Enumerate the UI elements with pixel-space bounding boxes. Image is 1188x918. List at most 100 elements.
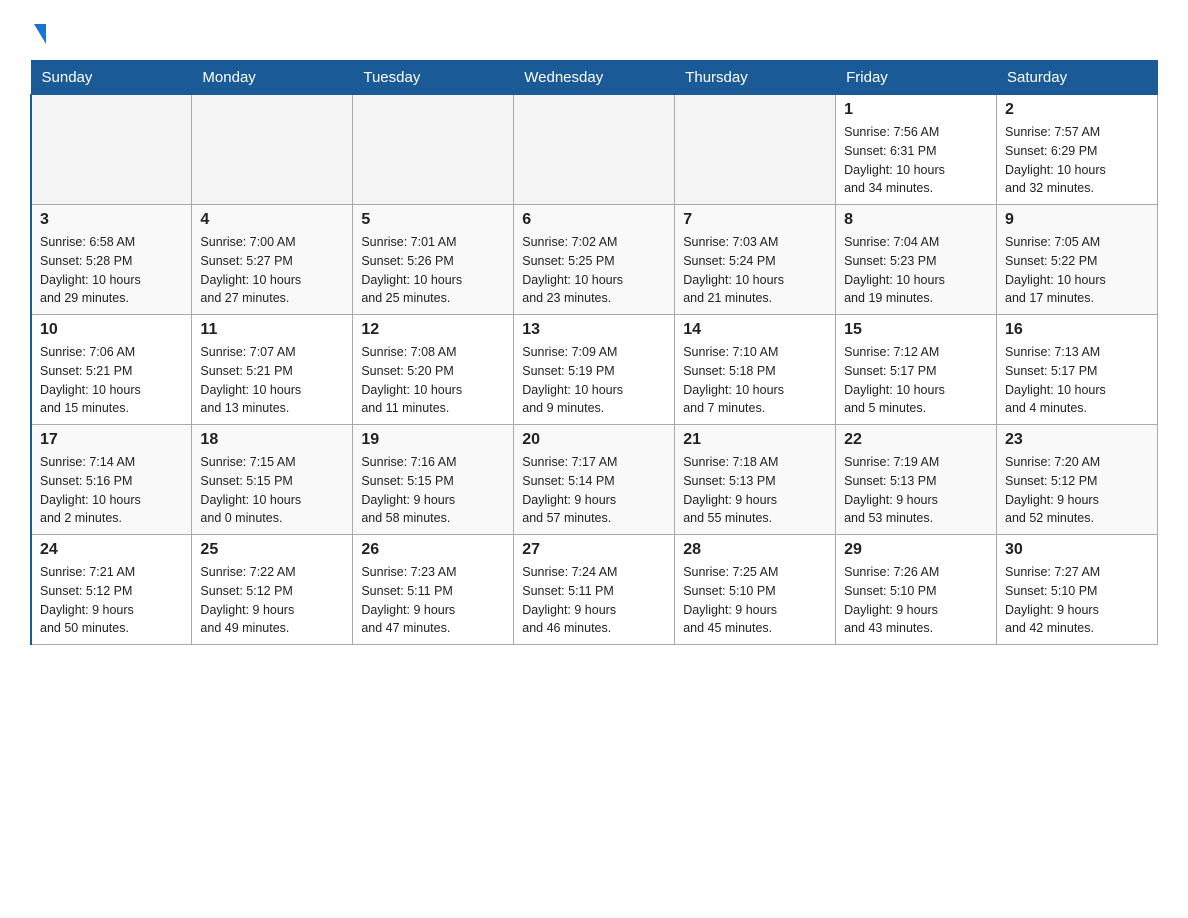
header-monday: Monday	[192, 61, 353, 95]
calendar-cell: 5Sunrise: 7:01 AM Sunset: 5:26 PM Daylig…	[353, 205, 514, 315]
calendar-cell	[192, 95, 353, 205]
calendar-cell	[675, 95, 836, 205]
day-sun-info: Sunrise: 7:20 AM Sunset: 5:12 PM Dayligh…	[1005, 453, 1149, 528]
page-header	[30, 20, 1158, 44]
day-number: 11	[200, 321, 344, 339]
header-friday: Friday	[836, 61, 997, 95]
day-sun-info: Sunrise: 7:03 AM Sunset: 5:24 PM Dayligh…	[683, 233, 827, 308]
day-sun-info: Sunrise: 7:21 AM Sunset: 5:12 PM Dayligh…	[40, 563, 183, 638]
day-number: 16	[1005, 321, 1149, 339]
day-number: 18	[200, 431, 344, 449]
day-sun-info: Sunrise: 7:12 AM Sunset: 5:17 PM Dayligh…	[844, 343, 988, 418]
header-sunday: Sunday	[31, 61, 192, 95]
logo	[30, 20, 46, 44]
day-sun-info: Sunrise: 7:05 AM Sunset: 5:22 PM Dayligh…	[1005, 233, 1149, 308]
calendar-week-row: 1 Sunrise: 7:56 AM Sunset: 6:31 PM Daylig…	[31, 95, 1158, 205]
day-number: 27	[522, 541, 666, 559]
day-sun-info: Sunrise: 7:09 AM Sunset: 5:19 PM Dayligh…	[522, 343, 666, 418]
calendar-cell: 6Sunrise: 7:02 AM Sunset: 5:25 PM Daylig…	[514, 205, 675, 315]
day-sun-info: Sunrise: 7:16 AM Sunset: 5:15 PM Dayligh…	[361, 453, 505, 528]
day-number: 3	[40, 211, 183, 229]
calendar-cell: 4 Sunrise: 7:00 AM Sunset: 5:27 PM Daylig…	[192, 205, 353, 315]
calendar-cell: 14Sunrise: 7:10 AM Sunset: 5:18 PM Dayli…	[675, 315, 836, 425]
day-number: 22	[844, 431, 988, 449]
day-number: 4	[200, 211, 344, 229]
day-number: 20	[522, 431, 666, 449]
day-sun-info: Sunrise: 7:24 AM Sunset: 5:11 PM Dayligh…	[522, 563, 666, 638]
day-number: 28	[683, 541, 827, 559]
day-sun-info: Sunrise: 7:26 AM Sunset: 5:10 PM Dayligh…	[844, 563, 988, 638]
day-number: 2	[1005, 101, 1149, 119]
day-number: 9	[1005, 211, 1149, 229]
day-number: 25	[200, 541, 344, 559]
day-sun-info: Sunrise: 7:23 AM Sunset: 5:11 PM Dayligh…	[361, 563, 505, 638]
day-sun-info: Sunrise: 7:07 AM Sunset: 5:21 PM Dayligh…	[200, 343, 344, 418]
calendar-cell: 22 Sunrise: 7:19 AM Sunset: 5:13 PM Dayli…	[836, 425, 997, 535]
day-number: 7	[683, 211, 827, 229]
day-sun-info: Sunrise: 7:25 AM Sunset: 5:10 PM Dayligh…	[683, 563, 827, 638]
day-sun-info: Sunrise: 7:18 AM Sunset: 5:13 PM Dayligh…	[683, 453, 827, 528]
day-number: 26	[361, 541, 505, 559]
weekday-header-row: Sunday Monday Tuesday Wednesday Thursday…	[31, 61, 1158, 95]
calendar-cell: 24 Sunrise: 7:21 AM Sunset: 5:12 PM Dayli…	[31, 535, 192, 645]
calendar-cell: 18Sunrise: 7:15 AM Sunset: 5:15 PM Dayli…	[192, 425, 353, 535]
day-sun-info: Sunrise: 7:19 AM Sunset: 5:13 PM Dayligh…	[844, 453, 988, 528]
calendar-cell: 7 Sunrise: 7:03 AM Sunset: 5:24 PM Daylig…	[675, 205, 836, 315]
day-sun-info: Sunrise: 7:04 AM Sunset: 5:23 PM Dayligh…	[844, 233, 988, 308]
day-number: 15	[844, 321, 988, 339]
day-sun-info: Sunrise: 7:57 AM Sunset: 6:29 PM Dayligh…	[1005, 123, 1149, 198]
calendar-cell: 30 Sunrise: 7:27 AM Sunset: 5:10 PM Dayli…	[997, 535, 1158, 645]
day-number: 21	[683, 431, 827, 449]
day-sun-info: Sunrise: 6:58 AM Sunset: 5:28 PM Dayligh…	[40, 233, 183, 308]
calendar-cell: 27 Sunrise: 7:24 AM Sunset: 5:11 PM Dayli…	[514, 535, 675, 645]
day-sun-info: Sunrise: 7:27 AM Sunset: 5:10 PM Dayligh…	[1005, 563, 1149, 638]
calendar-cell: 25 Sunrise: 7:22 AM Sunset: 5:12 PM Dayli…	[192, 535, 353, 645]
calendar-cell: 29 Sunrise: 7:26 AM Sunset: 5:10 PM Dayli…	[836, 535, 997, 645]
calendar-cell: 12 Sunrise: 7:08 AM Sunset: 5:20 PM Dayli…	[353, 315, 514, 425]
calendar-cell: 1 Sunrise: 7:56 AM Sunset: 6:31 PM Daylig…	[836, 95, 997, 205]
day-number: 23	[1005, 431, 1149, 449]
calendar-cell	[353, 95, 514, 205]
day-number: 13	[522, 321, 666, 339]
calendar-week-row: 3 Sunrise: 6:58 AM Sunset: 5:28 PM Daylig…	[31, 205, 1158, 315]
calendar-week-row: 17Sunrise: 7:14 AM Sunset: 5:16 PM Dayli…	[31, 425, 1158, 535]
day-number: 24	[40, 541, 183, 559]
day-sun-info: Sunrise: 7:02 AM Sunset: 5:25 PM Dayligh…	[522, 233, 666, 308]
day-number: 12	[361, 321, 505, 339]
day-sun-info: Sunrise: 7:22 AM Sunset: 5:12 PM Dayligh…	[200, 563, 344, 638]
day-sun-info: Sunrise: 7:13 AM Sunset: 5:17 PM Dayligh…	[1005, 343, 1149, 418]
day-number: 29	[844, 541, 988, 559]
calendar-cell: 2 Sunrise: 7:57 AM Sunset: 6:29 PM Daylig…	[997, 95, 1158, 205]
calendar-cell: 17Sunrise: 7:14 AM Sunset: 5:16 PM Dayli…	[31, 425, 192, 535]
calendar-cell: 11 Sunrise: 7:07 AM Sunset: 5:21 PM Dayli…	[192, 315, 353, 425]
header-wednesday: Wednesday	[514, 61, 675, 95]
calendar-cell: 10Sunrise: 7:06 AM Sunset: 5:21 PM Dayli…	[31, 315, 192, 425]
logo-arrow-icon	[34, 24, 46, 44]
calendar-cell: 26 Sunrise: 7:23 AM Sunset: 5:11 PM Dayli…	[353, 535, 514, 645]
header-tuesday: Tuesday	[353, 61, 514, 95]
calendar-week-row: 24 Sunrise: 7:21 AM Sunset: 5:12 PM Dayli…	[31, 535, 1158, 645]
day-sun-info: Sunrise: 7:06 AM Sunset: 5:21 PM Dayligh…	[40, 343, 183, 418]
calendar-cell: 16 Sunrise: 7:13 AM Sunset: 5:17 PM Dayli…	[997, 315, 1158, 425]
header-saturday: Saturday	[997, 61, 1158, 95]
day-number: 19	[361, 431, 505, 449]
calendar-table: Sunday Monday Tuesday Wednesday Thursday…	[30, 60, 1158, 645]
calendar-cell: 8Sunrise: 7:04 AM Sunset: 5:23 PM Daylig…	[836, 205, 997, 315]
calendar-cell: 20Sunrise: 7:17 AM Sunset: 5:14 PM Dayli…	[514, 425, 675, 535]
calendar-cell: 19 Sunrise: 7:16 AM Sunset: 5:15 PM Dayli…	[353, 425, 514, 535]
calendar-cell: 9 Sunrise: 7:05 AM Sunset: 5:22 PM Daylig…	[997, 205, 1158, 315]
day-sun-info: Sunrise: 7:00 AM Sunset: 5:27 PM Dayligh…	[200, 233, 344, 308]
day-sun-info: Sunrise: 7:01 AM Sunset: 5:26 PM Dayligh…	[361, 233, 505, 308]
day-sun-info: Sunrise: 7:08 AM Sunset: 5:20 PM Dayligh…	[361, 343, 505, 418]
calendar-cell: 3 Sunrise: 6:58 AM Sunset: 5:28 PM Daylig…	[31, 205, 192, 315]
day-sun-info: Sunrise: 7:10 AM Sunset: 5:18 PM Dayligh…	[683, 343, 827, 418]
calendar-cell: 13 Sunrise: 7:09 AM Sunset: 5:19 PM Dayli…	[514, 315, 675, 425]
day-number: 1	[844, 101, 988, 119]
day-number: 30	[1005, 541, 1149, 559]
day-sun-info: Sunrise: 7:14 AM Sunset: 5:16 PM Dayligh…	[40, 453, 183, 528]
day-sun-info: Sunrise: 7:56 AM Sunset: 6:31 PM Dayligh…	[844, 123, 988, 198]
calendar-cell: 21 Sunrise: 7:18 AM Sunset: 5:13 PM Dayli…	[675, 425, 836, 535]
calendar-cell: 15 Sunrise: 7:12 AM Sunset: 5:17 PM Dayli…	[836, 315, 997, 425]
header-thursday: Thursday	[675, 61, 836, 95]
calendar-cell: 23 Sunrise: 7:20 AM Sunset: 5:12 PM Dayli…	[997, 425, 1158, 535]
